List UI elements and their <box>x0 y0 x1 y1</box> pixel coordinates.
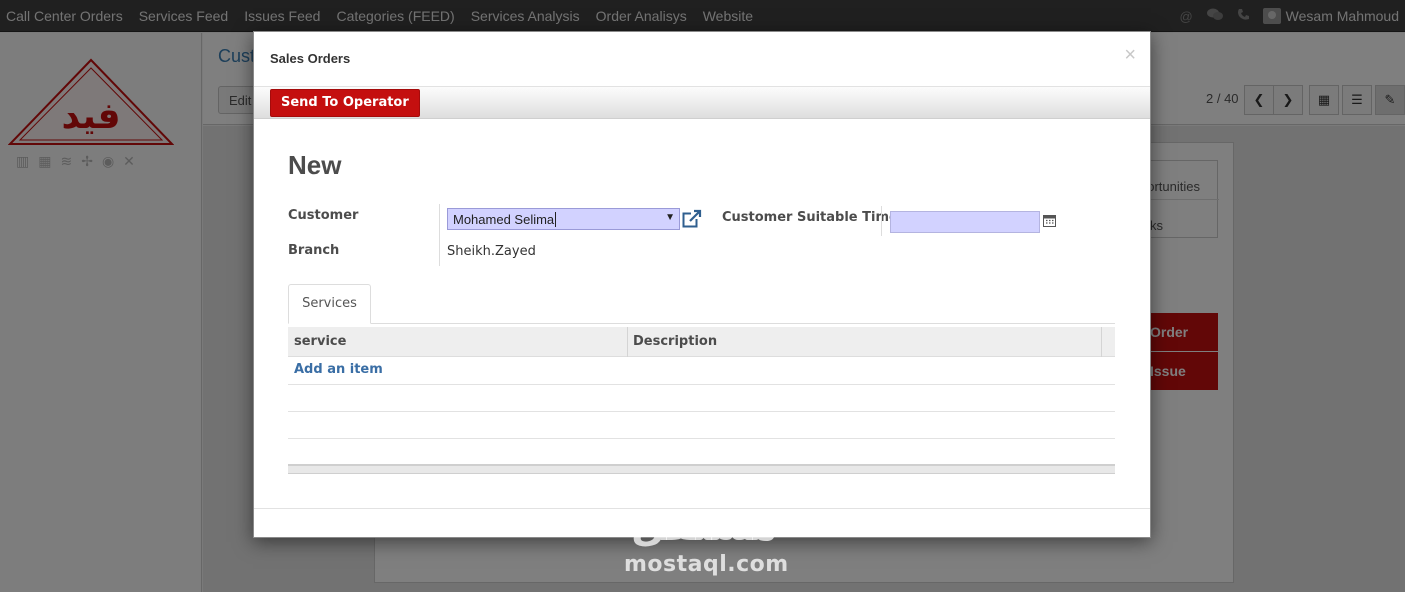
customer-select[interactable]: Mohamed Selima ▼ <box>447 208 680 230</box>
table-row <box>288 384 1115 385</box>
customer-label: Customer <box>288 208 359 223</box>
branch-value: Sheikh.Zayed <box>447 244 536 259</box>
add-item-link[interactable]: Add an item <box>294 362 383 377</box>
suitable-time-label: Customer Suitable Time <box>722 210 898 225</box>
column-divider <box>627 327 628 357</box>
suitable-time-input[interactable] <box>890 211 1040 233</box>
customer-select-value: Mohamed Selima <box>453 212 555 227</box>
column-divider <box>1101 327 1102 357</box>
column-description[interactable]: Description <box>633 327 717 357</box>
tab-bar <box>288 323 1115 324</box>
watermark-latin: mostaql.com <box>624 552 789 577</box>
watermark-arabic: مستقل <box>630 504 778 550</box>
dialog-statusbar: Send To Operator <box>254 87 1150 119</box>
dialog-title: Sales Orders <box>270 51 351 66</box>
field-divider <box>881 206 882 236</box>
services-table-header: service Description <box>288 327 1115 357</box>
branch-label: Branch <box>288 243 340 258</box>
form-title: New <box>288 150 342 180</box>
close-icon[interactable]: × <box>1124 44 1136 67</box>
table-row <box>288 438 1115 439</box>
table-row <box>288 411 1115 412</box>
field-divider <box>439 204 440 266</box>
tab-services[interactable]: Services <box>288 284 371 324</box>
calendar-icon[interactable] <box>1043 214 1056 227</box>
column-service[interactable]: service <box>294 327 346 357</box>
sales-order-dialog: Sales Orders × Send To Operator New Cust… <box>253 31 1151 538</box>
watermark: مستقل mostaql.com <box>624 502 789 577</box>
dialog-header: Sales Orders × <box>254 32 1150 87</box>
chevron-down-icon[interactable]: ▼ <box>665 212 675 223</box>
send-to-operator-button[interactable]: Send To Operator <box>270 89 420 117</box>
external-link-icon[interactable] <box>682 209 702 229</box>
services-table-footer <box>288 464 1115 474</box>
